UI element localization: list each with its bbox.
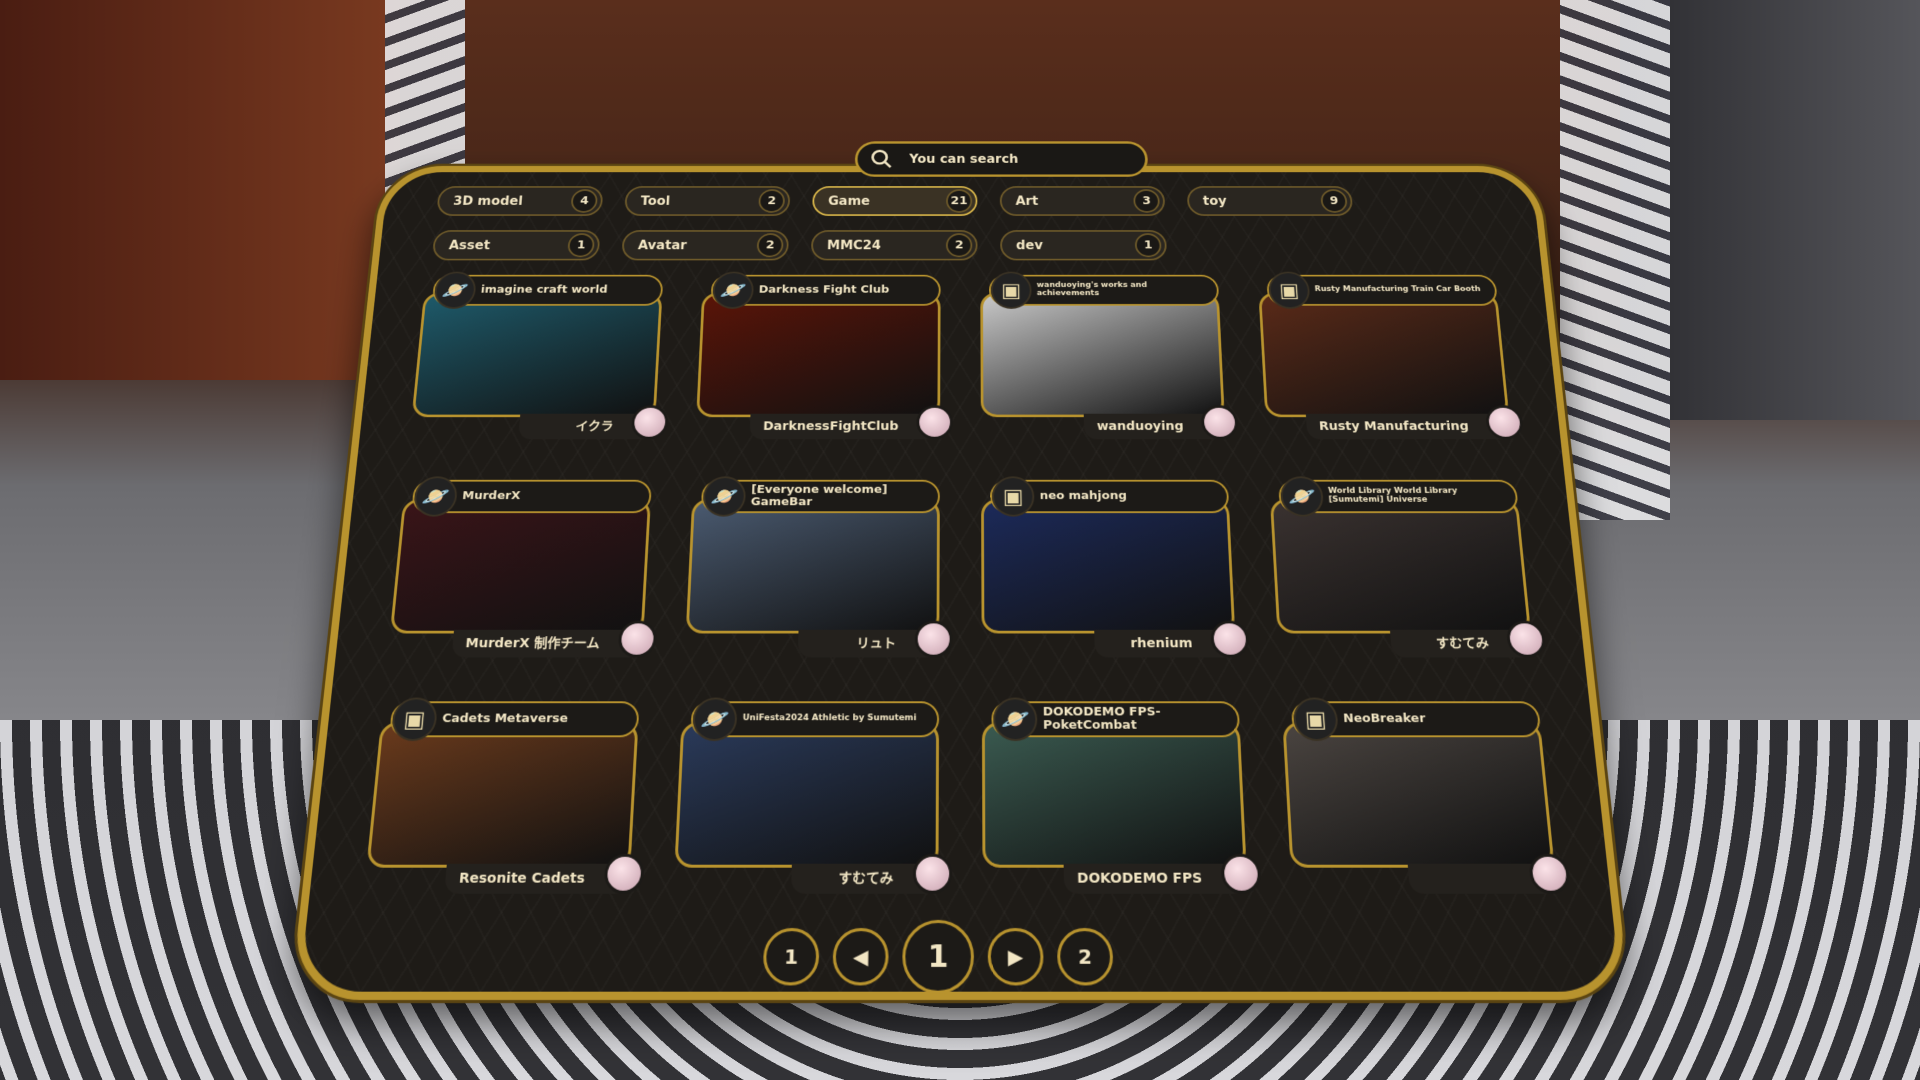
- avatar: [1220, 853, 1262, 894]
- world-thumbnail: [696, 292, 941, 418]
- box-icon: ▣: [990, 271, 1032, 309]
- world-card[interactable]: ▣ neo mahjong rhenium: [981, 476, 1256, 664]
- world-card[interactable]: 🪐 imagine craft world イクラ: [409, 271, 681, 445]
- prev-page-button[interactable]: ◀: [832, 928, 889, 986]
- avatar: [617, 620, 658, 658]
- author-name: MurderX 制作チーム: [451, 629, 644, 658]
- avatar: [1200, 405, 1239, 440]
- world-thumbnail: [981, 722, 1247, 868]
- tag-count: 3: [1133, 189, 1161, 213]
- tag-count: 21: [946, 189, 973, 213]
- tag-label: Game: [827, 193, 871, 209]
- world-thumbnail: [366, 722, 639, 868]
- first-page-button[interactable]: 1: [762, 928, 820, 986]
- search-icon: [869, 148, 893, 170]
- tag-count: 4: [570, 189, 599, 213]
- tag-art[interactable]: Art 3: [999, 186, 1166, 216]
- world-card[interactable]: 🪐 UniFesta2024 Athletic by Sumutemi すむてみ: [673, 697, 958, 900]
- tag-3d-model[interactable]: 3D model 4: [436, 186, 604, 216]
- world-card[interactable]: 🪐 MurderX MurderX 制作チーム: [387, 476, 671, 664]
- world-card[interactable]: ▣ wanduoying's works and achievements wa…: [980, 271, 1244, 445]
- tag-row: 3D model 4 Tool 2 Game 21 Art 3 toy 9: [436, 186, 1480, 216]
- tag-label: toy: [1202, 193, 1227, 209]
- tag-game[interactable]: Game 21: [812, 186, 978, 216]
- tag-filter-list: 3D model 4 Tool 2 Game 21 Art 3 toy 9 Asset 1 Avatar…: [430, 186, 1486, 275]
- tag-mmc24[interactable]: MMC24 2: [810, 230, 978, 261]
- tag-label: 3D model: [452, 193, 524, 209]
- last-page-button[interactable]: 2: [1056, 928, 1114, 986]
- world-thumbnail: [1258, 292, 1510, 418]
- world-thumbnail: [1282, 722, 1555, 868]
- triangle-right-icon: ▶: [1007, 944, 1024, 969]
- tag-row: Asset 1 Avatar 2 MMC24 2 dev 1: [431, 230, 1485, 261]
- tag-count: 2: [945, 233, 973, 258]
- world-thumbnail: [389, 499, 651, 634]
- tag-avatar[interactable]: Avatar 2: [621, 230, 789, 261]
- tag-count: 9: [1320, 189, 1348, 213]
- avatar: [914, 620, 953, 658]
- triangle-left-icon: ◀: [852, 944, 869, 969]
- world-thumbnail: [685, 499, 940, 634]
- world-grid: 🪐 imagine craft world イクラ 🪐 Darkness Fig…: [363, 271, 1578, 901]
- avatar: [916, 405, 953, 440]
- author-name: Rusty Manufacturing: [1305, 413, 1512, 440]
- world-thumbnail: [411, 292, 663, 418]
- current-page: 1: [902, 919, 974, 994]
- author-name: DarknessFightClub: [749, 413, 941, 440]
- world-card[interactable]: 🪐 Darkness Fight Club DarknessFightClub: [695, 271, 958, 445]
- author-name: DOKODEMO FPS: [1063, 863, 1248, 894]
- tag-label: dev: [1015, 238, 1043, 253]
- planet-icon: 🪐: [993, 697, 1038, 742]
- author-name: Resonite Cadets: [443, 863, 631, 894]
- world-card[interactable]: ▣ NeoBreaker: [1281, 697, 1577, 900]
- world-thumbnail: [1269, 499, 1532, 634]
- box-icon: ▣: [991, 476, 1035, 517]
- world-thumbnail: [980, 292, 1225, 418]
- search-input[interactable]: [909, 152, 1117, 166]
- avatar: [1210, 620, 1250, 658]
- world-thumbnail: [981, 499, 1236, 634]
- world-card[interactable]: 🪐 World Library World Library [Sumutemi]…: [1269, 476, 1553, 664]
- world-card[interactable]: 🪐 DOKODEMO FPS-PoketCombat DOKODEMO FPS: [981, 697, 1268, 900]
- world-card[interactable]: 🪐 [Everyone welcome] GameBar リュト: [684, 476, 958, 664]
- tag-toy[interactable]: toy 9: [1186, 186, 1354, 216]
- tag-label: Tool: [640, 193, 671, 209]
- next-page-button[interactable]: ▶: [987, 928, 1044, 986]
- tag-count: 1: [567, 233, 596, 258]
- world-card[interactable]: ▣ Cadets Metaverse Resonite Cadets: [363, 697, 659, 900]
- world-card[interactable]: ▣ Rusty Manufacturing Train Car Booth Ru…: [1257, 271, 1530, 445]
- tag-count: 2: [758, 189, 786, 213]
- tag-dev[interactable]: dev 1: [1000, 230, 1168, 261]
- tag-tool[interactable]: Tool 2: [624, 186, 791, 216]
- avatar: [912, 853, 953, 894]
- avatar: [630, 405, 669, 440]
- world-thumbnail: [674, 722, 940, 868]
- tag-label: MMC24: [826, 238, 882, 253]
- tag-count: 1: [1134, 233, 1162, 258]
- tag-label: Asset: [448, 238, 491, 253]
- pagination: 1 ◀ 1 ▶ 2: [718, 919, 1157, 994]
- tag-asset[interactable]: Asset 1: [431, 230, 601, 261]
- search-bar[interactable]: [854, 141, 1149, 177]
- world-browser-panel: 3D model4Tool2Game21Art3toy9Asset1Avatar…: [290, 141, 1630, 1000]
- tag-count: 2: [756, 233, 784, 258]
- tag-label: Art: [1015, 193, 1039, 209]
- avatar: [603, 853, 645, 894]
- tag-label: Avatar: [637, 238, 688, 253]
